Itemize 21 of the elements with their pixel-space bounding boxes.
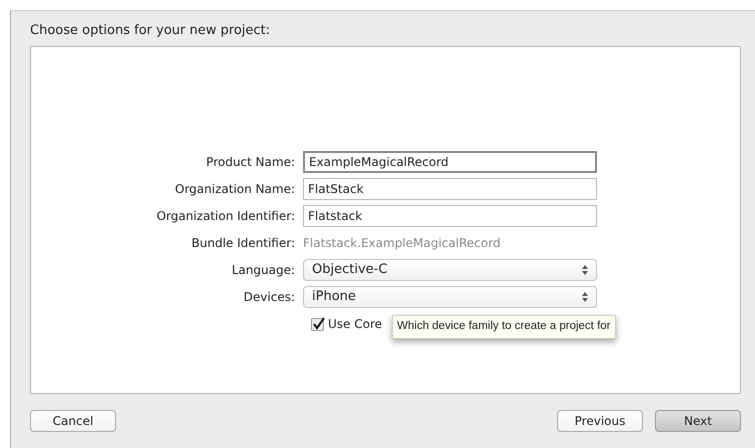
popup-button[interactable]: Objective-C bbox=[303, 259, 597, 281]
popup-button[interactable]: iPhone bbox=[303, 286, 597, 308]
dialog-heading: Choose options for your new project: bbox=[30, 22, 272, 40]
text-field[interactable]: ExampleMagicalRecord bbox=[303, 151, 597, 173]
dialog-button[interactable]: Previous bbox=[557, 410, 643, 432]
stepper-arrows-icon bbox=[582, 292, 588, 302]
field-label: Language: bbox=[230, 262, 296, 279]
field-label: Bundle Identifier: bbox=[190, 235, 296, 252]
field-label: Organization Identifier: bbox=[156, 208, 296, 225]
dialog-button[interactable]: Next bbox=[655, 410, 741, 432]
checkbox-label[interactable]: Use Core bbox=[328, 315, 382, 333]
text-field[interactable]: Flatstack bbox=[303, 205, 597, 227]
stepper-arrows-icon bbox=[582, 265, 588, 275]
text-field[interactable]: FlatStack bbox=[303, 178, 597, 200]
tooltip: Which device family to create a project for bbox=[392, 315, 616, 339]
field-label: Devices: bbox=[242, 289, 296, 306]
checkbox[interactable] bbox=[311, 318, 324, 330]
field-label: Organization Name: bbox=[174, 181, 296, 198]
field-label: Product Name: bbox=[205, 154, 296, 171]
dialog-button[interactable]: Cancel bbox=[30, 410, 116, 432]
bundle-identifier-value: Flatstack.ExampleMagicalRecord bbox=[303, 235, 500, 252]
